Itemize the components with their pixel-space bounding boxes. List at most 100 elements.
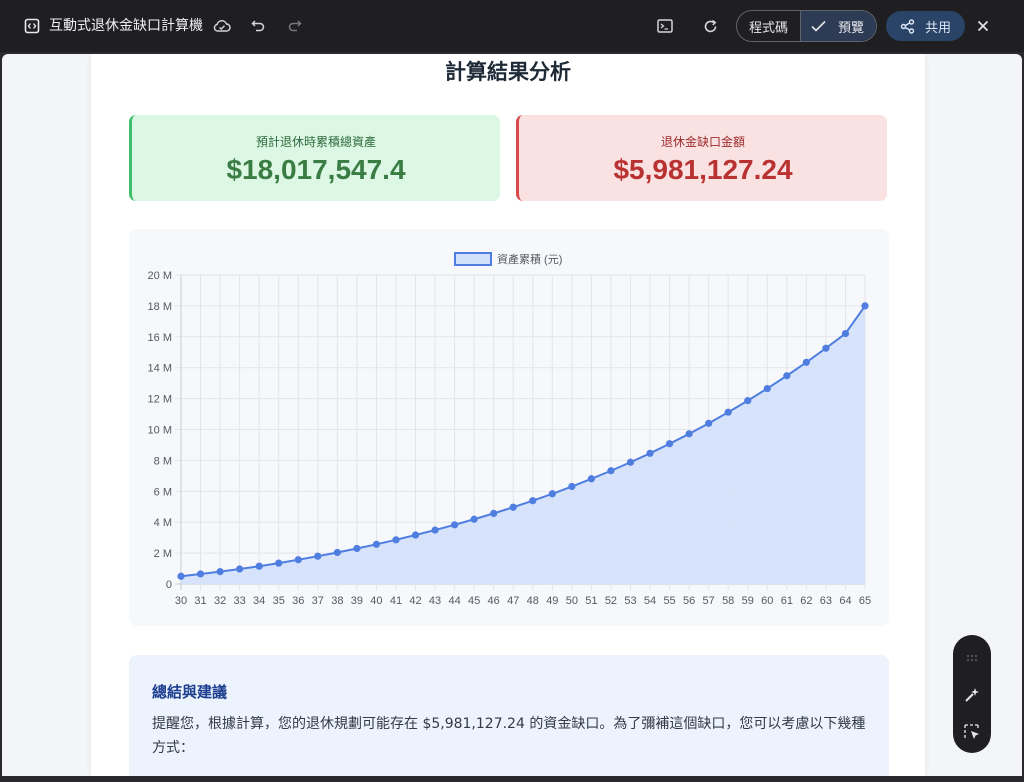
redo-icon[interactable] xyxy=(281,12,309,40)
data-point xyxy=(685,430,693,438)
share-icon xyxy=(900,18,915,34)
x-tick-label: 58 xyxy=(722,595,734,607)
x-tick-label: 43 xyxy=(429,595,441,607)
data-point xyxy=(783,372,791,380)
data-point xyxy=(177,572,185,580)
y-tick-label: 8 M xyxy=(154,455,172,467)
x-tick-label: 34 xyxy=(253,595,265,607)
data-point xyxy=(236,565,244,573)
data-point xyxy=(744,397,752,405)
summary-text: 提醒您，根據計算，您的退休規劃可能存在 $5,981,127.24 的資金缺口。… xyxy=(152,716,866,756)
code-embed-icon[interactable] xyxy=(18,12,46,40)
x-tick-label: 31 xyxy=(194,595,206,607)
area-fill xyxy=(181,305,865,584)
preview-tab[interactable]: 預覽 xyxy=(800,11,877,41)
legend-label: 資產累積 (元) xyxy=(497,252,562,266)
x-tick-label: 41 xyxy=(390,595,402,607)
terminal-icon[interactable] xyxy=(651,12,679,40)
total-assets-label: 預計退休時累積總資產 xyxy=(255,135,376,149)
x-tick-label: 54 xyxy=(644,595,656,607)
top-bar: 互動式退休金缺口計算機 程式碼 預覽 共用 xyxy=(0,0,1024,52)
data-point xyxy=(861,302,869,310)
data-point xyxy=(705,419,713,427)
x-tick-label: 44 xyxy=(448,595,460,607)
gap-label: 退休金缺口金額 xyxy=(660,135,745,149)
data-point xyxy=(509,503,517,511)
y-tick-label: 10 M xyxy=(148,425,172,437)
page-title: 計算結果分析 xyxy=(445,60,571,84)
app-title: 互動式退休金缺口計算機 xyxy=(49,18,203,34)
drag-handle-icon[interactable] xyxy=(953,643,991,673)
asset-chart: 0 2 M 4 M 6 M 8 M 10 M 12 M 14 M 16 M 18 M 20 M 30 3… xyxy=(129,229,889,626)
data-point xyxy=(353,544,361,553)
x-tick-label: 37 xyxy=(312,595,324,607)
data-point xyxy=(314,552,322,560)
data-point xyxy=(802,358,810,366)
x-tick-label: 52 xyxy=(605,595,617,607)
legend-swatch xyxy=(454,252,492,266)
data-point xyxy=(763,384,771,393)
x-tick-label: 42 xyxy=(409,595,421,607)
close-icon[interactable] xyxy=(969,12,997,40)
data-point xyxy=(333,548,341,557)
preview-viewport: 計算結果分析 預計退休時累積總資產 $18,017,547.4 退休金缺口金額 … xyxy=(2,54,1022,776)
x-tick-label: 33 xyxy=(234,595,246,607)
data-point xyxy=(451,521,459,529)
x-tick-label: 59 xyxy=(742,595,754,607)
x-tick-label: 38 xyxy=(331,595,343,607)
x-tick-label: 47 xyxy=(507,595,519,607)
data-point xyxy=(529,497,537,505)
x-tick-label: 36 xyxy=(292,595,304,607)
data-point xyxy=(626,458,635,466)
summary-title: 總結與建議 xyxy=(152,683,228,701)
share-button[interactable]: 共用 xyxy=(886,11,965,41)
x-tick-label: 46 xyxy=(488,595,500,607)
data-point xyxy=(275,559,283,567)
data-point xyxy=(548,490,556,498)
x-tick-label: 55 xyxy=(663,595,675,607)
x-tick-label: 63 xyxy=(820,595,832,607)
summary-panel: 總結與建議 提醒您，根據計算，您的退休規劃可能存在 $5,981,127.24 … xyxy=(129,655,889,776)
x-tick-label: 50 xyxy=(566,595,578,607)
data-point xyxy=(665,440,674,448)
x-tick-label: 48 xyxy=(527,595,539,607)
asset-chart-svg: 0 2 M 4 M 6 M 8 M 10 M 12 M 14 M 16 M 18 M 20 M 30 3… xyxy=(148,252,871,607)
data-point xyxy=(411,531,420,539)
data-point xyxy=(294,556,302,564)
data-point xyxy=(392,536,400,544)
data-point xyxy=(822,344,830,352)
x-tick-label: 61 xyxy=(781,595,793,607)
undo-icon[interactable] xyxy=(244,12,272,40)
x-tick-label: 35 xyxy=(273,595,285,607)
x-tick-label: 62 xyxy=(800,595,812,607)
x-tick-label: 60 xyxy=(761,595,773,607)
y-tick-label: 18 M xyxy=(148,301,172,313)
code-tab[interactable]: 程式碼 xyxy=(737,11,800,41)
y-tick-label: 12 M xyxy=(148,394,172,406)
data-point xyxy=(372,540,381,548)
select-element-icon[interactable] xyxy=(953,717,991,747)
data-point xyxy=(841,329,850,338)
gap-value: $5,981,127.24 xyxy=(613,154,793,185)
x-tick-label: 53 xyxy=(624,595,636,607)
y-tick-label: 14 M xyxy=(148,363,172,375)
refresh-icon[interactable] xyxy=(696,12,724,40)
x-tick-label: 32 xyxy=(214,595,226,607)
data-point xyxy=(255,562,263,570)
cloud-save-icon[interactable] xyxy=(208,12,236,40)
y-tick-label: 20 M xyxy=(148,270,172,282)
x-tick-label: 45 xyxy=(468,595,480,607)
x-tick-label: 56 xyxy=(683,595,695,607)
view-mode-toggle: 程式碼 預覽 xyxy=(736,10,878,42)
data-point xyxy=(568,482,576,491)
y-tick-label: 0 xyxy=(166,579,172,591)
data-point xyxy=(724,408,732,416)
magic-edit-icon[interactable] xyxy=(953,680,991,710)
x-tick-label: 57 xyxy=(703,595,715,607)
y-tick-label: 4 M xyxy=(154,517,172,529)
floating-toolbar xyxy=(953,635,991,753)
x-tick-label: 64 xyxy=(839,595,851,607)
total-assets-value: $18,017,547.4 xyxy=(226,154,406,185)
y-tick-label: 6 M xyxy=(154,486,172,498)
data-point xyxy=(196,570,205,578)
